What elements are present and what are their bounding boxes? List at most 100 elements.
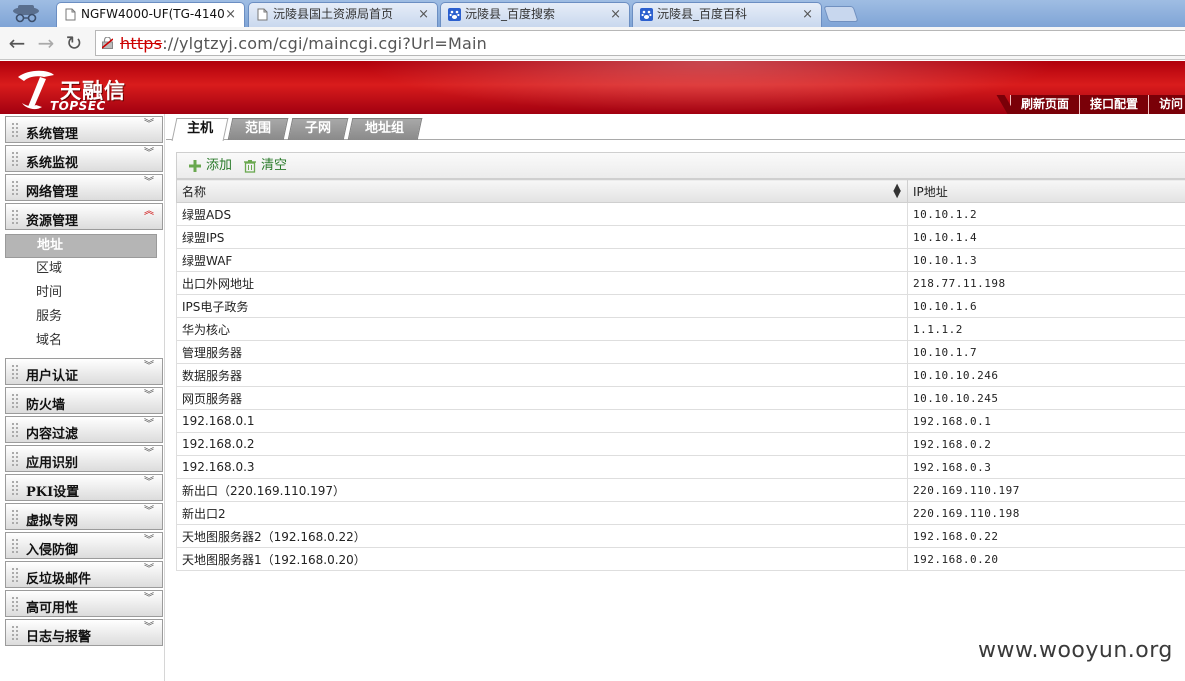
menu-system-monitor[interactable]: 系统监视 ︾	[5, 145, 163, 172]
page-icon	[65, 8, 76, 21]
submenu-item-address[interactable]: 地址	[5, 234, 157, 258]
ip-address-cell: 10.10.1.2	[907, 202, 1185, 226]
back-button[interactable]: ←	[5, 31, 29, 55]
new-tab-button[interactable]	[823, 6, 859, 22]
browser-tab-ngfw[interactable]: NGFW4000-UF(TG-4140 ×	[56, 2, 245, 27]
url-path: /cgi/maincgi.cgi?Url=Main	[273, 34, 487, 53]
table-header-row: 名称 ▲ ▼ IP地址	[176, 179, 1185, 203]
clear-label: 清空	[261, 158, 288, 173]
ip-address-cell: 192.168.0.1	[907, 409, 1185, 433]
ip-address-cell: 10.10.10.245	[907, 386, 1185, 410]
access-link[interactable]: 访问	[1147, 95, 1185, 114]
host-name-cell: 管理服务器	[176, 340, 908, 364]
add-button[interactable]: 添加	[188, 157, 232, 175]
menu-high-availability[interactable]: 高可用性 ︾	[5, 590, 163, 617]
address-text: https://ylgtzyj.com/cgi/maincgi.cgi?Url=…	[120, 34, 487, 53]
forward-button[interactable]: →	[34, 31, 58, 55]
menu-anti-spam[interactable]: 反垃圾邮件 ︾	[5, 561, 163, 588]
ip-address-cell: 1.1.1.2	[907, 317, 1185, 341]
column-ip-header[interactable]: IP地址	[907, 179, 1185, 203]
ip-address-cell: 10.10.1.7	[907, 340, 1185, 364]
clear-button[interactable]: 清空	[243, 157, 287, 175]
host-name-cell: 192.168.0.3	[176, 455, 908, 479]
browser-tab-guotu[interactable]: 沅陵县国土资源局首页 ×	[248, 2, 438, 27]
menu-system-management[interactable]: 系统管理 ︾	[5, 116, 163, 143]
table-row[interactable]: 绿盟IPS 10.10.1.4	[176, 225, 1185, 249]
resource-submenu: 地址 区域 时间 服务 域名	[5, 232, 163, 358]
table-row[interactable]: IPS电子政务 10.10.1.6	[176, 294, 1185, 318]
ip-address-cell: 10.10.1.6	[907, 294, 1185, 318]
tab-range[interactable]: 范围	[227, 118, 289, 140]
grip-icon	[12, 181, 18, 195]
broken-lock-icon	[102, 37, 113, 49]
menu-intrusion-prevention[interactable]: 入侵防御 ︾	[5, 532, 163, 559]
table-row[interactable]: 华为核心 1.1.1.2	[176, 317, 1185, 341]
table-row[interactable]: 192.168.0.3 192.168.0.3	[176, 455, 1185, 479]
grip-icon	[12, 626, 18, 640]
menu-app-identification[interactable]: 应用识别 ︾	[5, 445, 163, 472]
left-menu: 系统管理 ︾ 系统监视 ︾ 网络管理 ︾ 资源管理 ︽ 地址 区域 时间 服务 域名 用…	[5, 116, 163, 648]
table-row[interactable]: 192.168.0.2 192.168.0.2	[176, 432, 1185, 456]
menu-firewall[interactable]: 防火墙 ︾	[5, 387, 163, 414]
menu-label: 反垃圾邮件	[26, 572, 92, 587]
menu-network-management[interactable]: 网络管理 ︾	[5, 174, 163, 201]
submenu-item-zone[interactable]: 区域	[5, 258, 163, 282]
browser-toolbar: ← → ↻ https://ylgtzyj.com/cgi/maincgi.cg…	[0, 27, 1185, 60]
add-label: 添加	[206, 158, 233, 173]
chevron-down-icon: ︾	[144, 390, 154, 401]
table-row[interactable]: 新出口（220.169.110.197） 220.169.110.197	[176, 478, 1185, 502]
browser-tab-title: 沅陵县_百度百科	[657, 7, 748, 21]
close-icon[interactable]: ×	[225, 3, 236, 26]
table-row[interactable]: 新出口2 220.169.110.198	[176, 501, 1185, 525]
grip-icon	[12, 394, 18, 408]
table-row[interactable]: 数据服务器 10.10.10.246	[176, 363, 1185, 387]
header-glow	[360, 61, 1060, 114]
table-row[interactable]: 192.168.0.1 192.168.0.1	[176, 409, 1185, 433]
column-label: 名称	[182, 184, 207, 199]
tab-subnet[interactable]: 子网	[287, 118, 349, 140]
close-icon[interactable]: ×	[610, 3, 621, 26]
menu-label: 系统监视	[26, 156, 79, 171]
sort-icon[interactable]: ▲ ▼	[893, 183, 901, 200]
table-row[interactable]: 出口外网地址 218.77.11.198	[176, 271, 1185, 295]
menu-pki-settings[interactable]: PKI设置 ︾	[5, 474, 163, 501]
tab-address-group[interactable]: 地址组	[347, 118, 423, 140]
browser-tab-baidu-search[interactable]: 沅陵县_百度搜索 ×	[440, 2, 630, 27]
chevron-down-icon: ︾	[144, 506, 154, 517]
interface-config-link[interactable]: 接口配置	[1078, 95, 1148, 114]
incognito-icon	[13, 5, 39, 23]
reload-button[interactable]: ↻	[62, 31, 86, 55]
tab-host[interactable]: 主机	[171, 118, 229, 141]
ip-address-cell: 220.169.110.197	[907, 478, 1185, 502]
menu-resource-management[interactable]: 资源管理 ︽	[5, 203, 163, 230]
table-row[interactable]: 天地图服务器2（192.168.0.22） 192.168.0.22	[176, 524, 1185, 548]
browser-tab-baidu-baike[interactable]: 沅陵县_百度百科 ×	[632, 2, 822, 27]
table-row[interactable]: 绿盟ADS 10.10.1.2	[176, 202, 1185, 226]
close-icon[interactable]: ×	[802, 3, 813, 26]
column-name-header[interactable]: 名称 ▲ ▼	[176, 179, 908, 203]
menu-content-filter[interactable]: 内容过滤 ︾	[5, 416, 163, 443]
ip-address-cell: 192.168.0.20	[907, 547, 1185, 571]
table-row[interactable]: 网页服务器 10.10.10.245	[176, 386, 1185, 410]
chevron-down-icon: ︾	[144, 622, 154, 633]
chevron-down-icon: ︾	[144, 361, 154, 372]
table-body: 绿盟ADS 10.10.1.2 绿盟IPS 10.10.1.4 绿盟WAF 10.10.1…	[176, 202, 1185, 571]
address-bar[interactable]: https://ylgtzyj.com/cgi/maincgi.cgi?Url=…	[95, 30, 1185, 56]
refresh-page-link[interactable]: 刷新页面	[1009, 95, 1079, 114]
grip-icon	[12, 510, 18, 524]
menu-vpn[interactable]: 虚拟专网 ︾	[5, 503, 163, 530]
submenu-item-time[interactable]: 时间	[5, 282, 163, 306]
column-label: IP地址	[913, 184, 948, 199]
host-name-cell: 192.168.0.2	[176, 432, 908, 456]
table-row[interactable]: 管理服务器 10.10.1.7	[176, 340, 1185, 364]
host-name-cell: 华为核心	[176, 317, 908, 341]
table-row[interactable]: 天地图服务器1（192.168.0.20） 192.168.0.20	[176, 547, 1185, 571]
grip-icon	[12, 568, 18, 582]
menu-log-alarm[interactable]: 日志与报警 ︾	[5, 619, 163, 646]
menu-user-auth[interactable]: 用户认证 ︾	[5, 358, 163, 385]
close-icon[interactable]: ×	[418, 3, 429, 26]
submenu-item-domain[interactable]: 域名	[5, 330, 163, 354]
submenu-item-service[interactable]: 服务	[5, 306, 163, 330]
table-row[interactable]: 绿盟WAF 10.10.1.3	[176, 248, 1185, 272]
chevron-up-icon: ︽	[144, 206, 154, 217]
